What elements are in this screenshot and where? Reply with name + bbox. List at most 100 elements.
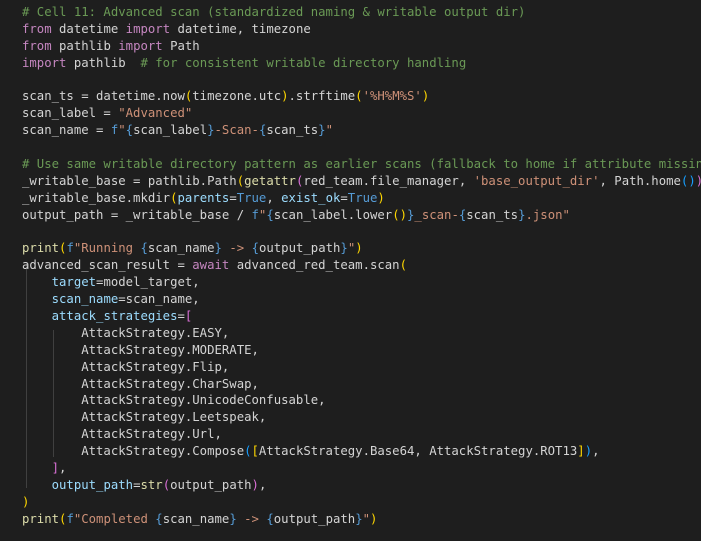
code-token: AttackStrategy.Leetspeak, [22, 410, 267, 425]
code-token: { [251, 241, 259, 256]
code-token: ) [355, 241, 363, 256]
code-token: () [680, 173, 696, 188]
code-token: datetime, timezone [170, 21, 311, 36]
code-token: red_team.file_manager, [303, 173, 474, 188]
code-token: = [177, 309, 185, 324]
code-line[interactable]: _writable_base.mkdir(parents=True, exist… [22, 190, 701, 207]
code-line[interactable]: ], [22, 460, 701, 477]
code-token: True [347, 190, 378, 205]
code-token: } [318, 123, 326, 138]
code-token: attack_strategies [51, 309, 178, 324]
code-token: str [140, 477, 163, 492]
code-line[interactable]: AttackStrategy.Compose([AttackStrategy.B… [22, 443, 701, 460]
code-line[interactable]: output_path = _writable_base / f"{scan_l… [22, 207, 701, 224]
code-token: "Advanced" [118, 106, 193, 121]
code-token: import [22, 55, 67, 70]
code-token: import [118, 38, 163, 53]
code-token: AttackStrategy.Base64, AttackStrategy.RO… [258, 444, 578, 459]
code-token: 'base_output_dir' [473, 173, 600, 188]
code-token: pathlib [66, 55, 141, 70]
code-token: # Use same writable directory pattern as… [22, 157, 701, 172]
code-line[interactable]: output_path=str(output_path), [22, 477, 701, 494]
code-token: output_path [170, 477, 252, 492]
code-token: AttackStrategy.MODERATE, [22, 342, 259, 357]
code-line[interactable]: scan_ts = datetime.now(timezone.utc).str… [22, 88, 701, 105]
code-line[interactable]: AttackStrategy.Flip, [22, 359, 701, 376]
code-token: .strftime [288, 89, 356, 104]
code-token: ( [236, 173, 245, 188]
code-line[interactable]: # Cell 11: Advanced scan (standardized n… [22, 4, 701, 21]
code-token: AttackStrategy.UnicodeConfusable, [22, 393, 326, 408]
code-line[interactable]: import pathlib # for consistent writable… [22, 55, 701, 72]
code-token: scan_name [51, 292, 119, 307]
code-line[interactable]: print(f"Completed {scan_name} -> {output… [22, 511, 701, 528]
code-token: " [325, 123, 333, 138]
code-token: " [362, 511, 371, 526]
code-token: scan_name = [22, 123, 111, 138]
code-line[interactable]: scan_name = f"{scan_label}-Scan-{scan_ts… [22, 122, 701, 139]
code-token: ( [355, 89, 363, 104]
code-line[interactable]: AttackStrategy.UnicodeConfusable, [22, 392, 701, 409]
code-token: # for consistent writable directory hand… [140, 55, 467, 70]
code-line[interactable]: AttackStrategy.Url, [22, 426, 701, 443]
code-line[interactable]: AttackStrategy.EASY, [22, 325, 701, 342]
code-token: -> [221, 241, 252, 256]
code-cell[interactable]: # Cell 11: Advanced scan (standardized n… [22, 4, 701, 528]
code-line[interactable]: _writable_base = pathlib.Path(getattr(re… [22, 173, 701, 190]
code-token: '%H%M%S' [362, 89, 422, 104]
code-token: scan_ts [466, 207, 519, 222]
code-token: -> [236, 511, 267, 526]
code-line[interactable]: scan_label = "Advanced" [22, 105, 701, 122]
code-line[interactable]: target=model_target, [22, 274, 701, 291]
code-token: from [22, 38, 52, 53]
code-line[interactable]: from pathlib import Path [22, 38, 701, 55]
code-token: ) [370, 511, 378, 526]
code-token: , [59, 461, 67, 476]
code-token: import [125, 21, 171, 36]
code-token: } [355, 511, 363, 526]
code-token: ) [421, 89, 430, 104]
code-token: () [392, 207, 408, 222]
code-token: AttackStrategy.Flip, [22, 359, 230, 374]
code-token: pathlib [51, 38, 119, 53]
code-token: scan_ts = datetime.now [22, 89, 185, 104]
code-token: # Cell 11: Advanced scan (standardized n… [22, 5, 526, 19]
code-token: _scan- [414, 207, 459, 222]
code-line[interactable]: AttackStrategy.MODERATE, [22, 342, 701, 359]
code-token: scan_label = [22, 106, 119, 121]
code-token: =scan_name, [118, 292, 200, 307]
code-token: f [66, 241, 74, 256]
code-token: { [155, 511, 163, 526]
code-token: ( [399, 258, 407, 273]
code-token: scan_name [162, 511, 230, 526]
code-line[interactable]: advanced_scan_result = await advanced_re… [22, 257, 701, 274]
code-token: scan_label.lower [273, 207, 393, 222]
code-line[interactable]: print(f"Running {scan_name} -> {output_p… [22, 240, 701, 257]
code-token: ( [162, 477, 171, 492]
code-token: , [592, 444, 600, 459]
code-token: } [340, 241, 348, 256]
code-line[interactable]: scan_name=scan_name, [22, 291, 701, 308]
code-line[interactable]: ) [22, 494, 701, 511]
code-token: { [266, 511, 274, 526]
code-line[interactable] [22, 224, 701, 241]
code-token: advanced_scan_result = [22, 258, 193, 273]
code-token: advanced_red_team.scan [229, 258, 400, 273]
code-line[interactable] [22, 72, 701, 89]
code-token: AttackStrategy.CharSwap, [22, 376, 259, 391]
code-line[interactable] [22, 139, 701, 156]
code-token: AttackStrategy.Compose [22, 444, 245, 459]
code-line[interactable]: # Use same writable directory pattern as… [22, 156, 701, 173]
code-token: } [207, 123, 215, 138]
code-editor[interactable]: # Cell 11: Advanced scan (standardized n… [0, 0, 701, 541]
code-token: _writable_base = pathlib.Path [22, 173, 237, 188]
code-token: output_path [273, 511, 356, 526]
code-token: ) [22, 494, 30, 509]
code-line[interactable]: AttackStrategy.Leetspeak, [22, 409, 701, 426]
code-token: = [229, 190, 237, 205]
code-line[interactable]: attack_strategies=[ [22, 308, 701, 325]
code-line[interactable]: from datetime import datetime, timezone [22, 21, 701, 38]
code-line[interactable]: AttackStrategy.CharSwap, [22, 376, 701, 393]
